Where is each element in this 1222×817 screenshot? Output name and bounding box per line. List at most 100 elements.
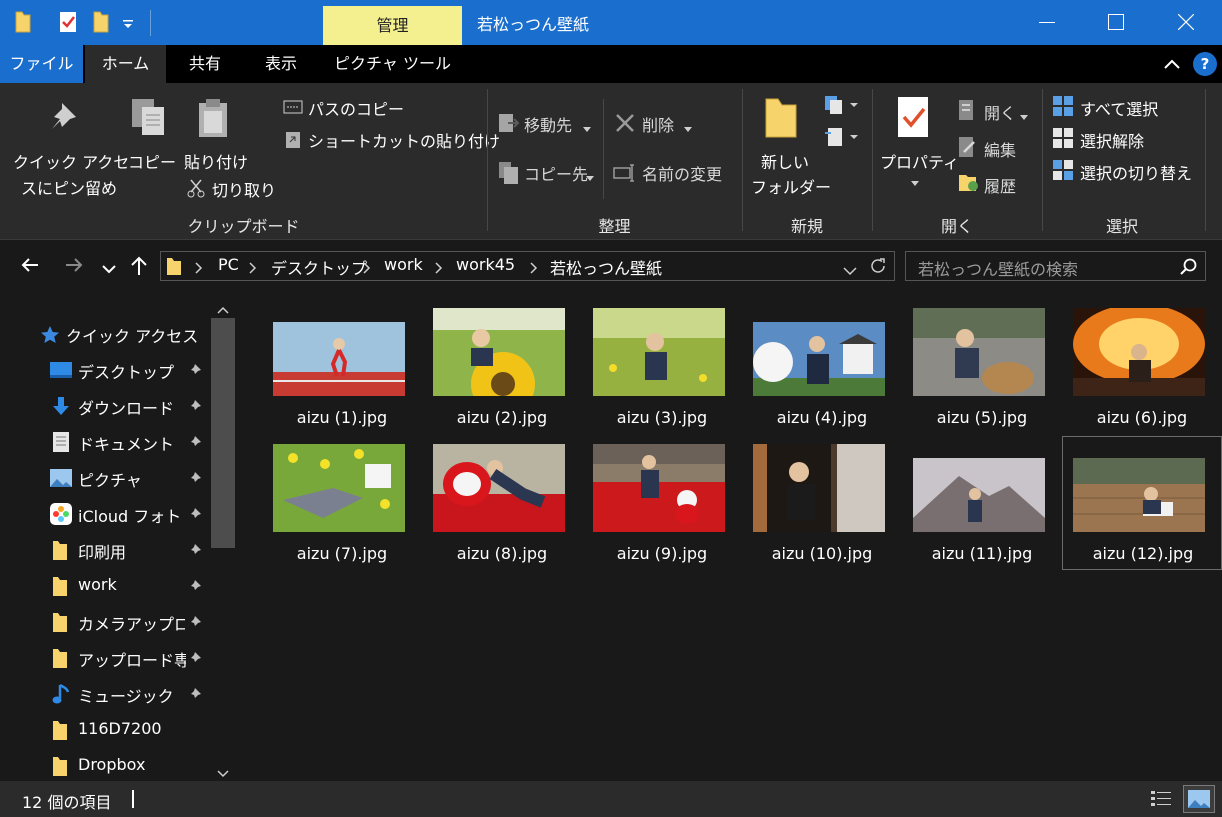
new-folder-icon[interactable] xyxy=(92,10,110,38)
select-all-icon[interactable] xyxy=(1053,96,1073,120)
rename-icon[interactable] xyxy=(613,164,637,186)
delete-label[interactable]: 削除 xyxy=(642,112,674,136)
copy-to-label[interactable]: コピー先 xyxy=(524,161,588,185)
pin-icon[interactable] xyxy=(188,615,202,633)
breadcrumb-pc[interactable]: PC xyxy=(218,255,239,274)
edit-label[interactable]: 編集 xyxy=(984,137,1016,161)
file-list-view[interactable]: aizu (1).jpg aizu (2).jpg aizu (3).jpg a… xyxy=(238,292,1222,781)
copy-icon[interactable] xyxy=(130,97,168,143)
copy-label[interactable]: コピー xyxy=(128,149,176,173)
select-none-icon[interactable] xyxy=(1053,128,1073,152)
forward-arrow-icon[interactable] xyxy=(64,255,84,279)
minimize-button[interactable] xyxy=(1019,0,1075,45)
breadcrumb-chevron-icon[interactable] xyxy=(530,260,538,278)
sidebar-item-music[interactable]: ミュージック xyxy=(0,676,210,712)
breadcrumb-chevron-icon[interactable] xyxy=(363,260,371,278)
pin-icon[interactable] xyxy=(188,579,202,597)
search-input[interactable]: 若松っつん壁紙の検索 xyxy=(905,251,1206,281)
tab-view[interactable]: 表示 xyxy=(245,45,317,83)
file-item[interactable]: aizu (1).jpg xyxy=(262,304,422,438)
sidebar-item-pictures[interactable]: ピクチャ xyxy=(0,460,210,496)
chevron-down-icon[interactable] xyxy=(684,119,692,137)
paste-shortcut-icon[interactable] xyxy=(285,129,301,153)
file-item[interactable]: aizu (4).jpg xyxy=(742,304,902,438)
maximize-button[interactable] xyxy=(1088,0,1144,45)
breadcrumb-chevron-icon[interactable] xyxy=(195,260,203,278)
cut-label[interactable]: 切り取り xyxy=(212,177,276,201)
pin-icon[interactable] xyxy=(188,687,202,705)
pin-quick-access-label-2[interactable]: スにピン留め xyxy=(21,175,117,199)
copy-to-icon[interactable] xyxy=(498,161,520,189)
tab-home[interactable]: ホーム xyxy=(85,45,166,83)
select-none-label[interactable]: 選択解除 xyxy=(1080,128,1144,152)
chevron-down-icon[interactable] xyxy=(911,173,919,191)
customize-qat-icon[interactable] xyxy=(122,16,134,34)
breadcrumb-chevron-icon[interactable] xyxy=(249,260,257,278)
move-to-icon[interactable] xyxy=(498,111,520,139)
copy-path-icon[interactable] xyxy=(283,98,303,120)
easy-access-icon[interactable] xyxy=(824,127,862,151)
new-folder-icon[interactable] xyxy=(764,95,798,143)
file-item[interactable]: aizu (6).jpg xyxy=(1062,304,1222,438)
scissors-icon[interactable] xyxy=(187,178,205,202)
sidebar-scroll-thumb[interactable] xyxy=(211,318,235,548)
new-folder-label-2[interactable]: フォルダー xyxy=(751,174,831,198)
tab-share[interactable]: 共有 xyxy=(170,45,240,83)
paste-label[interactable]: 貼り付け xyxy=(184,149,248,173)
open-label[interactable]: 開く xyxy=(984,100,1016,124)
new-folder-label-1[interactable]: 新しい xyxy=(761,149,809,173)
file-item-selected[interactable]: aizu (12).jpg xyxy=(1062,436,1222,570)
delete-icon[interactable] xyxy=(614,112,636,138)
pin-icon[interactable] xyxy=(188,471,202,489)
properties-check-icon[interactable] xyxy=(896,95,932,143)
sidebar-item-camera-upload[interactable]: カメラアップロード xyxy=(0,604,210,640)
pin-icon[interactable] xyxy=(188,435,202,453)
sidebar-item-downloads[interactable]: ダウンロード xyxy=(0,388,210,424)
pin-quick-access-label-1[interactable]: クイック アクセ xyxy=(13,149,129,173)
chevron-up-icon[interactable] xyxy=(1163,56,1181,74)
details-view-icon[interactable] xyxy=(1150,789,1172,813)
tab-file[interactable]: ファイル xyxy=(0,45,83,83)
edit-icon[interactable] xyxy=(958,136,978,162)
open-icon[interactable] xyxy=(958,99,978,125)
tab-picture-tools[interactable]: ピクチャ ツール xyxy=(323,45,462,83)
history-label[interactable]: 履歴 xyxy=(984,173,1016,197)
new-item-icon[interactable] xyxy=(824,95,862,119)
pin-icon[interactable] xyxy=(188,507,202,525)
properties-label[interactable]: プロパティ xyxy=(880,149,959,173)
copy-path-label[interactable]: パスのコピー xyxy=(308,96,404,120)
search-icon[interactable] xyxy=(1180,258,1197,279)
sidebar-item-desktop[interactable]: デスクトップ xyxy=(0,352,210,388)
pin-icon[interactable] xyxy=(188,399,202,417)
invert-selection-icon[interactable] xyxy=(1053,160,1073,184)
breadcrumb-current-folder[interactable]: 若松っつん壁紙 xyxy=(550,255,662,279)
file-item[interactable]: aizu (5).jpg xyxy=(902,304,1062,438)
properties-icon[interactable] xyxy=(58,10,78,38)
help-icon[interactable]: ? xyxy=(1193,52,1217,76)
sidebar-item-documents[interactable]: ドキュメント xyxy=(0,424,210,460)
close-button[interactable] xyxy=(1158,0,1214,45)
manage-context-tab[interactable]: 管理 xyxy=(323,6,462,45)
breadcrumb-work[interactable]: work xyxy=(384,255,423,274)
file-item[interactable]: aizu (3).jpg xyxy=(582,304,742,438)
folder-icon[interactable] xyxy=(14,10,32,38)
sidebar-scrollbar[interactable] xyxy=(210,292,238,781)
sidebar-item-116d7200[interactable]: 116D7200 xyxy=(0,712,210,748)
pin-icon[interactable] xyxy=(188,363,202,381)
file-item[interactable]: aizu (7).jpg xyxy=(262,440,422,574)
file-item[interactable]: aizu (11).jpg xyxy=(902,440,1062,574)
chevron-down-icon[interactable] xyxy=(1020,107,1028,125)
chevron-down-icon[interactable] xyxy=(583,119,591,137)
sidebar-item-work[interactable]: work xyxy=(0,568,210,604)
paste-shortcut-label[interactable]: ショートカットの貼り付け xyxy=(308,128,500,152)
address-bar[interactable]: PC デスクトップ work work45 若松っつん壁紙 xyxy=(160,251,895,281)
sidebar-item-quick-access[interactable]: クイック アクセス xyxy=(0,316,210,352)
breadcrumb-work45[interactable]: work45 xyxy=(456,255,515,274)
chevron-down-icon[interactable] xyxy=(586,168,594,186)
pin-icon[interactable] xyxy=(188,651,202,669)
scroll-down-chevron-icon[interactable] xyxy=(217,764,229,782)
breadcrumb-chevron-icon[interactable] xyxy=(435,260,443,278)
paste-icon[interactable] xyxy=(196,97,232,143)
recent-locations-chevron-icon[interactable] xyxy=(102,260,116,278)
file-item[interactable]: aizu (8).jpg xyxy=(422,440,582,574)
